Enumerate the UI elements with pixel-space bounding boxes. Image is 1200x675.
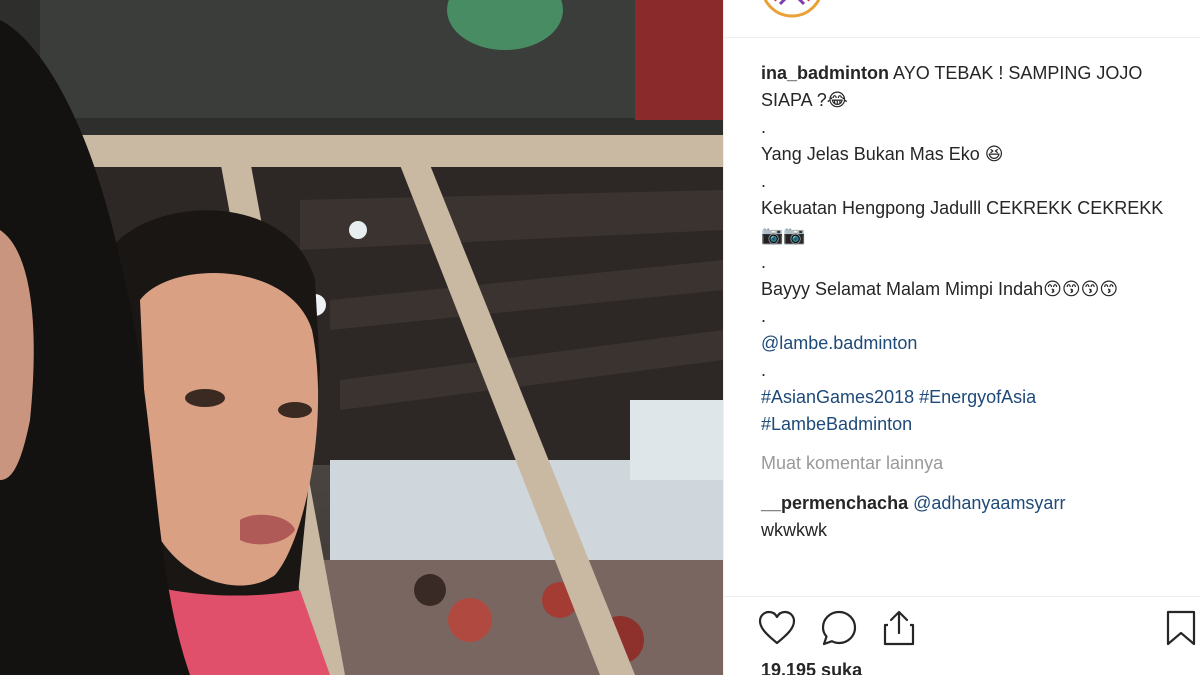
caption-line-2: Yang Jelas Bukan Mas Eko 😆 [761, 144, 1004, 164]
caption-username[interactable]: ina_badminton [761, 63, 889, 83]
share-icon [883, 610, 915, 646]
header-divider [724, 37, 1200, 38]
caption-dot: . [761, 117, 767, 137]
heart-icon [758, 610, 796, 645]
mention-link[interactable]: @lambe.badminton [761, 330, 1181, 357]
share-button[interactable] [879, 608, 919, 648]
reply-text: wkwkwk [761, 520, 827, 540]
selfie-photo [0, 0, 723, 675]
post-caption: ina_badminton AYO TEBAK ! SAMPING JOJO S… [761, 60, 1181, 114]
caption-dot: . [761, 171, 767, 191]
hashtags-link-1[interactable]: #AsianGames2018 #EnergyofAsia [761, 384, 1181, 411]
actions-divider [724, 596, 1200, 597]
caption-dot: . [761, 306, 767, 326]
comment-bubble-icon [821, 610, 857, 646]
likes-count[interactable]: 19.195 suka [761, 660, 862, 675]
caption-dot: . [761, 252, 767, 272]
bookmark-icon [1166, 610, 1196, 646]
reply-comment: __permenchacha @adhanyaamsyarr [761, 490, 1181, 517]
load-more-comments[interactable]: Muat komentar lainnya [761, 450, 1181, 477]
post-photo [0, 0, 723, 675]
comments-list: ina_badminton AYO TEBAK ! SAMPING JOJO S… [761, 60, 1181, 544]
reply-username[interactable]: __permenchacha [761, 493, 908, 513]
caption-dot: . [761, 360, 767, 380]
avatar-ring-icon [763, 0, 821, 18]
post-sidebar: ina_badminton AYO TEBAK ! SAMPING JOJO S… [723, 0, 1200, 675]
hashtags-link-2[interactable]: #LambeBadminton [761, 411, 1181, 438]
reply-mention[interactable]: @adhanyaamsyarr [913, 493, 1065, 513]
caption-line-4: Bayyy Selamat Malam Mimpi Indah😙😙😙😙 [761, 279, 1119, 299]
like-button[interactable] [757, 608, 797, 648]
profile-avatar[interactable] [760, 0, 824, 18]
caption-line-3: Kekuatan Hengpong Jadulll CEKREKK CEKREK… [761, 198, 1164, 245]
comment-button[interactable] [819, 608, 859, 648]
save-button[interactable] [1161, 608, 1200, 648]
